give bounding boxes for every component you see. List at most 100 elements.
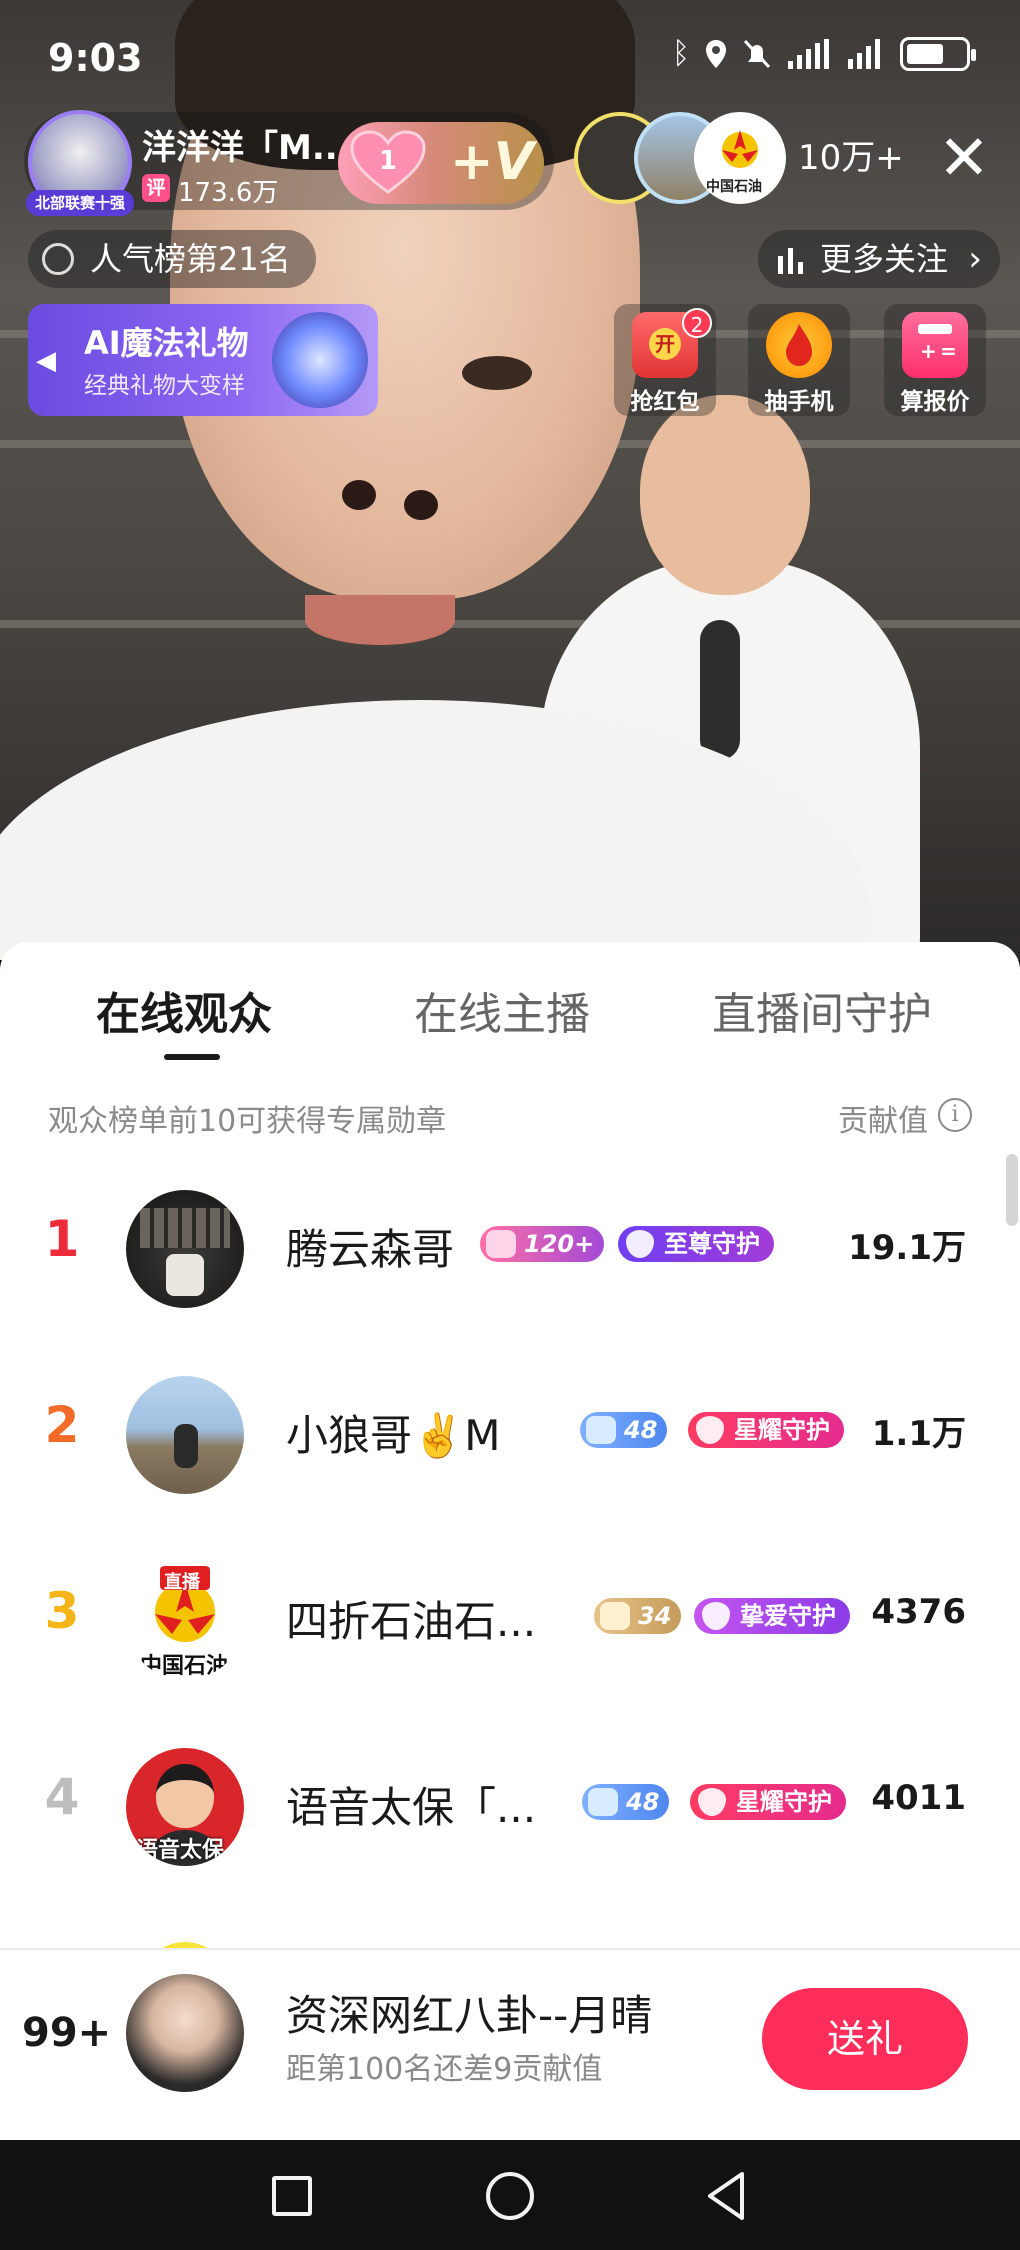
follow-plus-v-button[interactable]: +V bbox=[450, 132, 534, 192]
phone-lottery-icon bbox=[766, 312, 832, 378]
user-name: 四折石油石... bbox=[286, 1597, 537, 1646]
level-value: 34 bbox=[638, 1602, 672, 1630]
level-value: 120+ bbox=[524, 1230, 595, 1258]
my-rank-bar: 99+ 资深网红八卦--月晴 距第100名还差9贡献值 送礼 bbox=[0, 1948, 1020, 2140]
level-value: 48 bbox=[624, 1416, 658, 1444]
guard-badge: 星耀守护 bbox=[688, 1412, 844, 1448]
tool-label: 抢红包 bbox=[630, 389, 700, 415]
bar-chart-icon bbox=[778, 244, 810, 274]
avatar-caption: 语音太保 bbox=[136, 1838, 225, 1863]
avatar-person bbox=[174, 1424, 198, 1468]
level-badge: 48 bbox=[580, 1412, 668, 1448]
avatar[interactable]: 直播 中国石油 bbox=[126, 1562, 244, 1680]
table-row[interactable]: 4 语音太保 语音太保「... 48 星耀守护 4011 bbox=[0, 1714, 1020, 1900]
back-button[interactable] bbox=[704, 2170, 748, 2222]
signal-icon bbox=[848, 38, 880, 69]
rank-icon bbox=[42, 243, 74, 275]
location-icon bbox=[706, 39, 726, 68]
avatar[interactable] bbox=[126, 1190, 244, 1308]
send-gift-button[interactable]: 送礼 bbox=[762, 1988, 968, 2090]
my-gap-text: 距第100名还差9贡献值 bbox=[286, 2052, 603, 2087]
guard-label: 星耀守护 bbox=[734, 1416, 830, 1444]
sheet-tabs: 在线观众 在线主播 直播间守护 bbox=[0, 978, 1020, 1058]
level-badge: 120+ bbox=[480, 1226, 605, 1262]
status-icons: ᛒ bbox=[672, 36, 976, 71]
chevron-right-icon: › bbox=[968, 239, 982, 279]
avatar-caption: 中国石油 bbox=[140, 1654, 229, 1679]
my-rank: 99+ bbox=[22, 2010, 112, 2056]
flame-icon bbox=[786, 324, 812, 366]
more-follow-label: 更多关注 bbox=[820, 240, 949, 278]
leaderboard-hint: 观众榜单前10可获得专属勋章 bbox=[48, 1104, 447, 1139]
more-follow-button[interactable]: 更多关注 › bbox=[758, 230, 1000, 288]
shield-icon bbox=[698, 1788, 726, 1816]
host-nostril bbox=[342, 480, 376, 510]
guard-label: 至尊守护 bbox=[664, 1230, 760, 1258]
tab-online-hosts[interactable]: 在线主播 bbox=[414, 978, 590, 1042]
table-row[interactable]: 3 直播 中国石油 四折石油石... 34 挚爱守护 4376 bbox=[0, 1528, 1020, 1714]
viewer-avatar-label: 中国石油 bbox=[706, 179, 762, 195]
my-name: 资深网红八卦--月晴 bbox=[286, 1991, 653, 2040]
avatar-chair bbox=[166, 1254, 204, 1296]
svg-text:=: = bbox=[940, 339, 957, 363]
rank-chip-label: 人气榜第21名 bbox=[90, 240, 291, 278]
table-row[interactable]: 2 小狼哥✌️M 48 星耀守护 1.1万 bbox=[0, 1342, 1020, 1528]
guard-badge: 至尊守护 bbox=[618, 1226, 774, 1262]
contribution-label: 贡献值 bbox=[838, 1104, 928, 1139]
user-name: 语音太保「... bbox=[286, 1783, 537, 1832]
system-nav-bar bbox=[0, 2140, 1020, 2250]
mute-icon bbox=[743, 39, 771, 68]
status-bar: 9:03 ᛒ bbox=[0, 0, 1020, 110]
home-button[interactable] bbox=[486, 2172, 534, 2220]
avatar-live-badge: 直播 bbox=[164, 1572, 200, 1593]
host-mouth bbox=[305, 595, 455, 645]
contribution-score: 4011 bbox=[871, 1778, 966, 1818]
popularity-rank-chip[interactable]: 人气榜第21名 bbox=[28, 230, 316, 288]
shield-icon bbox=[702, 1602, 730, 1630]
tool-phone-lottery[interactable]: 抽手机 bbox=[748, 304, 850, 416]
host-eye bbox=[462, 356, 532, 390]
table-row[interactable]: 1 腾云森哥 120+ 至尊守护 19.1万 bbox=[0, 1156, 1020, 1342]
host-name[interactable]: 洋洋洋「M... bbox=[142, 120, 351, 169]
svg-text:+: + bbox=[920, 339, 937, 363]
rank-number: 2 bbox=[44, 1396, 80, 1454]
guard-badge: 挚爱守护 bbox=[694, 1598, 850, 1634]
bluetooth-icon: ᛒ bbox=[672, 36, 690, 71]
ai-banner-title: AI魔法礼物 bbox=[84, 324, 249, 362]
tab-room-guard[interactable]: 直播间守护 bbox=[712, 978, 932, 1042]
my-avatar[interactable] bbox=[126, 1974, 244, 2092]
tool-label: 抽手机 bbox=[764, 389, 834, 415]
tab-online-audience[interactable]: 在线观众 bbox=[96, 978, 272, 1042]
avatar-cartoon-face bbox=[156, 1764, 214, 1828]
contribution-score: 19.1万 bbox=[848, 1228, 966, 1268]
caret-left-icon: ◀ bbox=[36, 346, 56, 376]
battery-icon bbox=[900, 36, 976, 71]
rank-number: 1 bbox=[44, 1210, 80, 1268]
level-badge: 34 bbox=[594, 1598, 682, 1634]
recents-button[interactable] bbox=[272, 2176, 312, 2216]
contribution-score: 4376 bbox=[871, 1592, 966, 1632]
top-viewer-avatars[interactable]: 中国石油 bbox=[574, 112, 794, 208]
shield-icon bbox=[626, 1230, 654, 1258]
avatar[interactable] bbox=[126, 1376, 244, 1494]
tool-label: 算报价 bbox=[900, 389, 970, 415]
guard-label: 星耀守护 bbox=[736, 1788, 832, 1816]
shield-icon bbox=[696, 1416, 724, 1444]
rank-number: 4 bbox=[44, 1768, 80, 1826]
level-value: 48 bbox=[626, 1788, 660, 1816]
close-button[interactable]: ✕ bbox=[928, 122, 1000, 194]
live-room-screen: 9:03 ᛒ 北部联赛十强 洋洋洋「M... 评 173.6万 1 +V 中国石… bbox=[0, 0, 1020, 2250]
tool-calculator[interactable]: + = 算报价 bbox=[884, 304, 986, 416]
red-packet-glyph: 开 bbox=[649, 328, 681, 360]
level-gem-icon bbox=[588, 1788, 618, 1816]
viewer-avatar[interactable]: 中国石油 bbox=[694, 112, 786, 204]
host-avatar-tag: 北部联赛十强 bbox=[26, 190, 134, 216]
user-name: 腾云森哥 bbox=[286, 1225, 455, 1274]
guest-head bbox=[640, 395, 810, 595]
level-gem-icon bbox=[600, 1602, 630, 1630]
heart-count: 1 bbox=[378, 146, 398, 176]
calc-glyph-icon: + = bbox=[918, 324, 957, 363]
info-icon[interactable]: i bbox=[938, 1098, 972, 1132]
viewer-count[interactable]: 10万+ bbox=[798, 112, 908, 204]
avatar[interactable]: 语音太保 bbox=[126, 1748, 244, 1866]
